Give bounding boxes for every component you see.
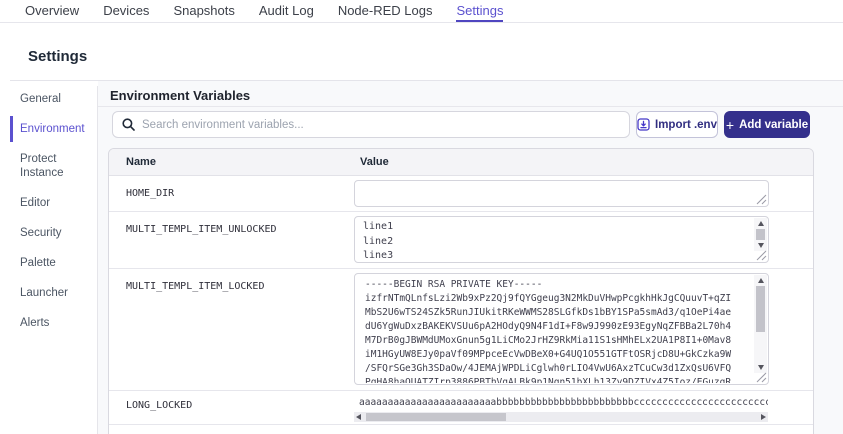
tab-snapshots[interactable]: Snapshots	[173, 0, 234, 22]
sidebar-item-launcher[interactable]: Launcher	[10, 280, 97, 306]
var-name: HOME_DIR	[126, 188, 175, 199]
file-import-icon	[637, 118, 650, 131]
sidebar-item-general[interactable]: General	[10, 86, 97, 112]
add-variable-button[interactable]: + Add variable	[724, 111, 810, 138]
search-input[interactable]	[142, 118, 620, 131]
value-textarea[interactable]: line1 line2 line3 line4	[354, 216, 769, 263]
scroll-up-icon[interactable]	[757, 221, 764, 226]
search-icon	[122, 118, 135, 131]
textarea-text	[355, 182, 753, 205]
textarea-text: -----BEGIN RSA PRIVATE KEY----- izfrNTmQ…	[365, 279, 732, 383]
var-name: MULTI_TEMPL_ITEM_UNLOCKED	[126, 224, 277, 235]
add-variable-label: Add variable	[739, 118, 809, 131]
table-header-row: Name Value	[109, 149, 813, 176]
env-toolbar: Import .env + Add variable	[112, 111, 810, 138]
import-env-label: Import .env	[655, 118, 717, 131]
tab-node-red-logs[interactable]: Node-RED Logs	[338, 0, 433, 22]
tab-audit-log[interactable]: Audit Log	[259, 0, 314, 22]
scrollbar-thumb[interactable]	[366, 413, 506, 421]
resize-grip-icon[interactable]	[756, 372, 767, 383]
horizontal-scrollbar[interactable]	[354, 412, 768, 422]
vertical-scrollbar[interactable]	[754, 218, 767, 251]
environment-panel: Environment Variables Import .env +	[98, 81, 843, 434]
var-name: LONG_LOCKED	[126, 400, 193, 411]
var-value-cell: aaaaaaaaaaaaaaaaaaaaaaaabbbbbbbbbbbbbbbb…	[354, 391, 813, 424]
search-box	[112, 111, 630, 138]
page-title: Settings	[28, 48, 88, 65]
scroll-left-icon[interactable]	[356, 414, 361, 420]
var-value-cell: line1 line2 line3 line4	[354, 212, 813, 268]
import-env-button[interactable]: Import .env	[636, 111, 718, 138]
value-textarea[interactable]: -----BEGIN RSA PRIVATE KEY----- izfrNTmQ…	[354, 273, 769, 385]
table-row: LONG_LOCKED aaaaaaaaaaaaaaaaaaaaaaaabbbb…	[109, 391, 813, 425]
scroll-right-icon[interactable]	[761, 414, 766, 420]
instance-tab-bar: Overview Devices Snapshots Audit Log Nod…	[0, 0, 843, 23]
resize-grip-icon[interactable]	[756, 194, 767, 205]
var-name: MULTI_TEMPL_ITEM_LOCKED	[126, 281, 265, 292]
env-variables-table: Name Value HOME_DIR MULTI_TEMPL_ITEM_UNL…	[108, 148, 814, 434]
section-divider	[98, 106, 843, 107]
var-value-cell	[354, 176, 813, 211]
var-value-cell: -----BEGIN RSA PRIVATE KEY----- izfrNTmQ…	[354, 269, 813, 390]
plus-icon: +	[725, 116, 735, 133]
column-header-value: Value	[360, 156, 389, 168]
resize-grip-icon[interactable]	[756, 250, 767, 261]
vertical-scrollbar[interactable]	[754, 275, 767, 373]
textarea-text: line1 line2 line3 line4	[363, 221, 394, 261]
table-row	[109, 425, 813, 434]
sidebar-item-environment[interactable]: Environment	[10, 116, 97, 142]
scroll-down-icon[interactable]	[757, 365, 764, 370]
sidebar-item-protect-instance[interactable]: Protect Instance	[10, 146, 97, 186]
table-row: HOME_DIR	[109, 176, 813, 212]
table-row: MULTI_TEMPL_ITEM_UNLOCKED line1 line2 li…	[109, 212, 813, 269]
sidebar-item-alerts[interactable]: Alerts	[10, 310, 97, 336]
instance-settings-page: Overview Devices Snapshots Audit Log Nod…	[0, 0, 843, 434]
tab-overview[interactable]: Overview	[25, 0, 79, 22]
value-textarea[interactable]	[354, 180, 769, 207]
tab-devices[interactable]: Devices	[103, 0, 149, 22]
scroll-down-icon[interactable]	[757, 243, 764, 248]
sidebar-item-editor[interactable]: Editor	[10, 190, 97, 216]
sidebar-item-palette[interactable]: Palette	[10, 250, 97, 276]
tab-settings[interactable]: Settings	[456, 0, 504, 22]
scrollbar-thumb[interactable]	[756, 286, 765, 332]
table-row: MULTI_TEMPL_ITEM_LOCKED -----BEGIN RSA P…	[109, 269, 813, 391]
column-header-name: Name	[126, 156, 156, 168]
section-title: Environment Variables	[110, 88, 251, 103]
locked-value-text: aaaaaaaaaaaaaaaaaaaaaaaabbbbbbbbbbbbbbbb…	[359, 397, 768, 408]
settings-sidebar: General Environment Protect Instance Edi…	[10, 86, 97, 340]
scrollbar-thumb[interactable]	[756, 229, 765, 240]
scroll-up-icon[interactable]	[757, 278, 764, 283]
sidebar-item-security[interactable]: Security	[10, 220, 97, 246]
